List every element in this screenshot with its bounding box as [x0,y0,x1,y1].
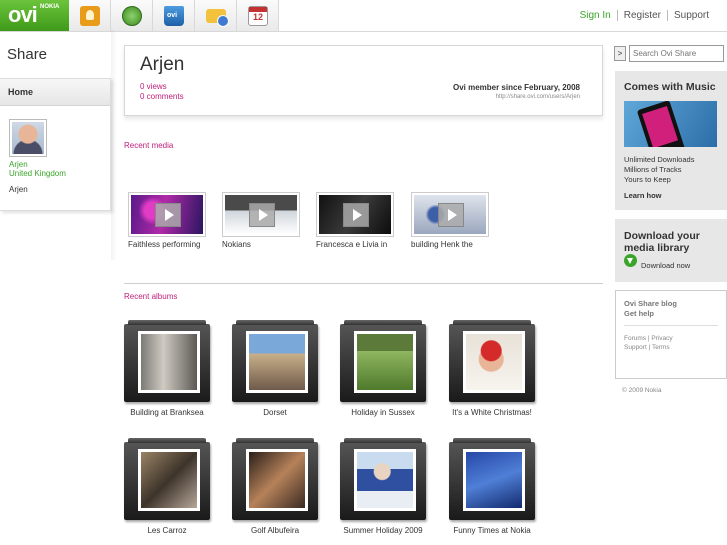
album-cover[interactable] [449,438,535,520]
album-item[interactable]: Les Carroz [124,438,210,535]
search-input[interactable] [629,45,724,62]
download-now-link[interactable]: Download now [641,261,690,270]
sidebar-country-link[interactable]: United Kingdom [9,169,66,178]
media-thumbnail[interactable] [128,192,206,237]
album-caption[interactable]: Golf Albufeira [232,526,318,535]
download-title: Download your media library [624,230,700,254]
album-cover[interactable] [232,320,318,402]
download-icon[interactable] [624,254,637,267]
logo-brand: NOKIA [40,4,60,10]
media-caption[interactable]: Francesca e Livia in [316,240,394,249]
media-thumbnail[interactable] [411,192,489,237]
register-link[interactable]: Register [616,10,667,21]
album-item[interactable]: It's a White Christmas! [449,320,535,417]
album-item[interactable]: Building at Branksea [124,320,210,417]
album-cover[interactable] [340,438,426,520]
nav-calendar[interactable] [237,0,279,31]
share-blog-link[interactable]: Ovi Share blog [624,299,677,308]
album-item[interactable]: Holiday in Sussex [340,320,426,417]
support-terms-links[interactable]: Support | Terms [624,344,670,351]
album-item[interactable]: Golf Albufeira [232,438,318,535]
nav-maps[interactable] [111,0,153,31]
mail-icon [206,9,229,27]
forums-privacy-links[interactable]: Forums | Privacy [624,335,673,342]
avatar-image [12,122,44,154]
copyright: © 2009 Nokia [622,387,662,394]
play-icon [343,203,369,227]
album-caption[interactable]: Funny Times at Nokia [449,526,535,535]
comments-count-link[interactable]: 0 comments [140,92,184,101]
section-divider [124,283,603,284]
promo-line: Millions of Tracks [624,165,682,174]
media-item[interactable]: building Henk the [411,192,489,249]
album-caption[interactable]: Summer Holiday 2009 [340,526,426,535]
sidebar-item-home[interactable]: Home [0,79,110,106]
account-links: Sign In Register Support [574,10,715,21]
recent-media-heading: Recent media [124,141,174,150]
play-icon [438,203,464,227]
sign-in-link[interactable]: Sign In [574,10,617,21]
media-thumbnail[interactable] [222,192,300,237]
album-cover[interactable] [232,438,318,520]
media-item[interactable]: Nokians [222,192,300,249]
app-nav [69,0,279,31]
album-caption[interactable]: Dorset [232,408,318,417]
album-cover[interactable] [124,438,210,520]
ovi-logo[interactable]: ovi NOKIA [0,0,69,31]
media-caption[interactable]: building Henk the [411,240,489,249]
promo-line: Unlimited Downloads [624,155,695,164]
album-caption[interactable]: Holiday in Sussex [340,408,426,417]
comes-with-music-promo: Comes with Music Unlimited Downloads Mil… [615,71,727,210]
nav-contacts[interactable] [69,0,111,31]
media-caption[interactable]: Faithless performing [128,240,206,249]
column-divider [111,30,117,260]
album-cover[interactable] [340,320,426,402]
top-bar: ovi NOKIA Sign In Register Support [0,0,727,32]
logo-text: ovi [8,2,38,27]
album-item[interactable]: Summer Holiday 2009 [340,438,426,535]
promo-title: Comes with Music [624,81,716,93]
links-divider [624,325,718,326]
album-item[interactable]: Funny Times at Nokia [449,438,535,535]
sidebar: Home Arjen United Kingdom Arjen [0,78,111,211]
calendar-icon [248,6,268,26]
nav-store[interactable] [153,0,195,31]
page-section-title: Share [7,46,48,63]
support-link[interactable]: Support [666,10,715,21]
contacts-icon [80,6,100,26]
avatar[interactable] [9,119,47,157]
promo-image[interactable] [624,101,717,147]
nav-mail[interactable] [195,0,237,31]
album-caption[interactable]: It's a White Christmas! [449,408,535,417]
play-icon [155,203,181,227]
album-cover[interactable] [449,320,535,402]
recent-albums-heading: Recent albums [124,292,178,301]
play-icon [249,203,275,227]
promo-line: Yours to Keep [624,175,671,184]
maps-icon [122,6,142,26]
media-caption[interactable]: Nokians [222,240,300,249]
media-item[interactable]: Faithless performing [128,192,206,249]
media-thumbnail[interactable] [316,192,394,237]
album-item[interactable]: Dorset [232,320,318,417]
views-count-link[interactable]: 0 views [140,82,167,91]
search-button[interactable]: > [614,46,626,61]
album-caption[interactable]: Les Carroz [124,526,210,535]
sidebar-user-name: Arjen [9,185,28,194]
profile-header: Arjen 0 views 0 comments Ovi member sinc… [124,45,603,116]
album-caption[interactable]: Building at Branksea [124,408,210,417]
member-since: Ovi member since February, 2008 [452,83,580,92]
album-cover[interactable] [124,320,210,402]
store-icon [164,6,184,26]
profile-name: Arjen [140,54,185,75]
learn-how-link[interactable]: Learn how [624,191,662,200]
download-promo: Download your media library Download now [615,219,727,282]
sidebar-user-link[interactable]: Arjen [9,160,28,169]
get-help-link[interactable]: Get help [624,309,654,318]
help-links-box: Ovi Share blog Get help Forums | Privacy… [615,290,727,379]
media-item[interactable]: Francesca e Livia in [316,192,394,249]
profile-url: http://share.ovi.com/users/Arjen [495,94,580,100]
